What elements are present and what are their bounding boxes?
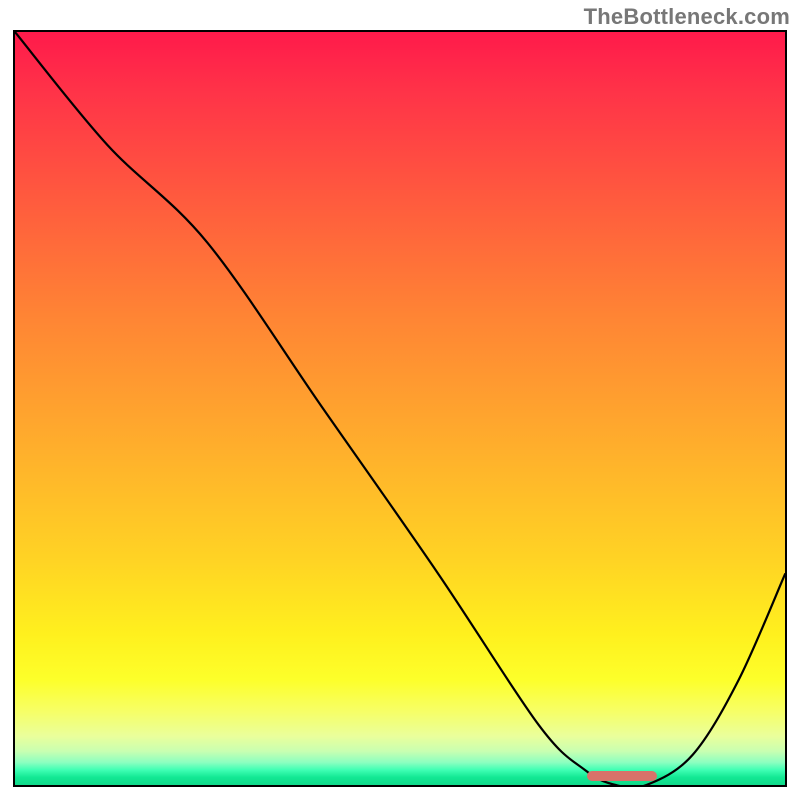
chart-stage: TheBottleneck.com [0,0,800,800]
bottleneck-curve [15,32,785,785]
flat-minimum-marker [587,771,657,781]
curve-svg [15,32,785,785]
plot-area [13,30,787,787]
watermark-text: TheBottleneck.com [584,4,790,30]
